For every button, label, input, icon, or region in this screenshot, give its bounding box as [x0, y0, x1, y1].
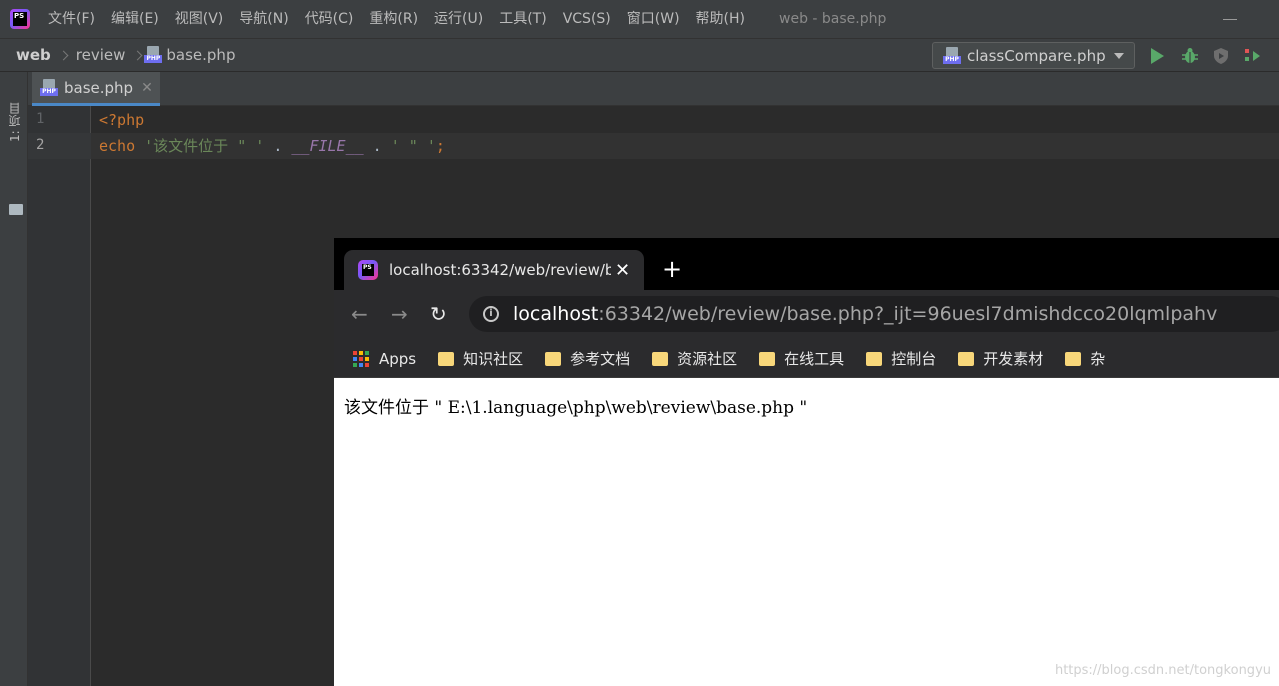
code-operator: . — [363, 137, 391, 155]
forward-icon[interactable]: → — [391, 303, 408, 325]
bookmark-folder[interactable]: 在线工具 — [759, 348, 844, 369]
info-icon[interactable]: i — [483, 306, 499, 322]
apps-grid-icon — [352, 350, 370, 368]
address-bar[interactable]: i localhost:63342/web/review/base.php?_i… — [469, 296, 1279, 332]
watermark: https://blog.csdn.net/tongkongyu — [1054, 663, 1271, 678]
breadcrumb-project[interactable]: web — [0, 46, 57, 64]
php-output-text: 该文件位于 " E:\1.language\php\web\review\bas… — [344, 398, 808, 418]
menu-edit[interactable]: 编辑(E) — [103, 0, 167, 38]
bookmark-folder[interactable]: 杂 — [1065, 348, 1105, 369]
editor-tab-label: base.php — [64, 78, 134, 97]
line-number: 1 — [36, 111, 45, 127]
reload-icon[interactable]: ↻ — [430, 303, 447, 325]
url-path: :63342/web/review/base.php?_ijt=96uesl7d… — [598, 303, 1218, 325]
folder-icon — [438, 351, 455, 366]
new-tab-icon[interactable]: + — [662, 257, 682, 281]
menu-window[interactable]: 窗口(W) — [619, 0, 688, 38]
minimize-icon[interactable] — [1223, 19, 1237, 20]
breadcrumb-folder[interactable]: review — [70, 46, 132, 64]
bookmark-folder[interactable]: 控制台 — [866, 348, 936, 369]
bookmark-apps[interactable]: Apps — [352, 350, 416, 368]
phpstorm-logo-icon: PS — [10, 9, 30, 29]
bookmark-folder[interactable]: 参考文档 — [545, 348, 630, 369]
code-constant: __FILE__ — [291, 137, 364, 155]
bookmark-label: 资源社区 — [677, 350, 738, 368]
run-with-coverage-icon[interactable] — [1212, 47, 1230, 65]
menu-vcs[interactable]: VCS(S) — [555, 0, 619, 38]
folder-icon — [759, 351, 776, 366]
browser-toolbar: ← → ↻ i localhost:63342/web/review/base.… — [334, 290, 1279, 340]
url-host: localhost — [513, 303, 599, 325]
folder-icon — [866, 351, 883, 366]
run-configuration-select[interactable]: PHP classCompare.php — [932, 42, 1135, 69]
bookmark-label: 控制台 — [891, 350, 937, 368]
chevron-right-icon — [58, 50, 69, 60]
line-number-gutter: 1 — [28, 106, 91, 686]
chevron-right-icon — [132, 50, 143, 60]
code-semicolon: ; — [435, 137, 445, 155]
php-file-icon: PHP — [943, 46, 961, 65]
favicon-text: PS — [362, 264, 374, 276]
browser-tab[interactable]: PS localhost:63342/web/review/base.php ✕ — [344, 250, 644, 290]
page-content: 该文件位于 " E:\1.language\php\web\review\bas… — [334, 379, 1279, 686]
breadcrumb-file[interactable]: base.php — [162, 46, 241, 64]
bookmark-label: 杂 — [1090, 350, 1106, 368]
window-title: web - base.php — [779, 11, 887, 27]
close-icon[interactable]: ✕ — [615, 260, 630, 281]
bookmark-label: 参考文档 — [570, 350, 631, 368]
close-icon[interactable]: ✕ — [141, 80, 153, 96]
chevron-down-icon — [1114, 53, 1124, 59]
folder-icon — [545, 351, 562, 366]
line-number: 2 — [36, 137, 45, 153]
back-icon[interactable]: ← — [351, 303, 368, 325]
bookmark-folder[interactable]: 开发素材 — [958, 348, 1043, 369]
bookmark-label: 开发素材 — [983, 350, 1044, 368]
project-tool-window-button[interactable]: 1: 项目 — [6, 82, 22, 143]
php-file-icon: PHP — [144, 46, 163, 64]
menu-refactor[interactable]: 重构(R) — [361, 0, 426, 38]
folder-icon — [9, 204, 23, 215]
phpstorm-favicon-icon: PS — [358, 260, 378, 280]
code-keyword: echo — [99, 137, 136, 155]
menu-help[interactable]: 帮助(H) — [688, 0, 753, 38]
menu-bar: PS 文件(F) 编辑(E) 视图(V) 导航(N) 代码(C) 重构(R) 运… — [0, 0, 1279, 38]
code-string: '该文件位于 " ' — [144, 137, 265, 155]
folder-icon — [1065, 351, 1082, 366]
bookmark-label: Apps — [379, 349, 417, 368]
code-operator: . — [264, 137, 292, 155]
menu-run[interactable]: 运行(U) — [426, 0, 491, 38]
bookmarks-bar: Apps 知识社区 参考文档 资源社区 在线工具 控制台 开发素材 杂 — [334, 340, 1279, 378]
bookmark-folder[interactable]: 知识社区 — [438, 348, 523, 369]
bookmark-folder[interactable]: 资源社区 — [652, 348, 737, 369]
code-line-2: echo '该文件位于 " ' . __FILE__ . ' " '; — [99, 133, 445, 159]
run-configuration-label: classCompare.php — [967, 46, 1106, 65]
editor-tab-base-php[interactable]: PHP base.php ✕ — [32, 72, 160, 106]
menu-navigate[interactable]: 导航(N) — [231, 0, 296, 38]
browser-window: PS localhost:63342/web/review/base.php ✕… — [334, 238, 1279, 686]
browser-tab-title: localhost:63342/web/review/base.php — [389, 261, 611, 279]
menu-view[interactable]: 视图(V) — [167, 0, 232, 38]
code-string: ' " ' — [390, 137, 436, 155]
run-icon[interactable] — [1151, 48, 1164, 64]
browser-tab-strip: PS localhost:63342/web/review/base.php ✕… — [334, 238, 1279, 290]
menu-tools[interactable]: 工具(T) — [491, 0, 554, 38]
navigation-bar: web review PHP base.php PHP classCompare… — [0, 38, 1279, 72]
editor-tab-bar: PHP base.php ✕ — [28, 72, 1279, 106]
profile-icon[interactable] — [1244, 47, 1262, 65]
folder-icon — [958, 351, 975, 366]
bookmark-label: 知识社区 — [463, 350, 524, 368]
php-file-icon: PHP — [40, 78, 58, 97]
logo-text: PS — [13, 12, 27, 26]
left-tool-strip: 1: 项目 — [0, 72, 28, 686]
current-line-gutter: 2 — [28, 133, 91, 159]
folder-icon — [652, 351, 669, 366]
code-line-1: <?php — [99, 111, 145, 129]
url-text: localhost:63342/web/review/base.php?_ijt… — [513, 303, 1217, 325]
bookmark-label: 在线工具 — [784, 350, 845, 368]
menu-code[interactable]: 代码(C) — [297, 0, 362, 38]
debug-icon[interactable] — [1181, 47, 1199, 65]
menu-file[interactable]: 文件(F) — [40, 0, 103, 38]
